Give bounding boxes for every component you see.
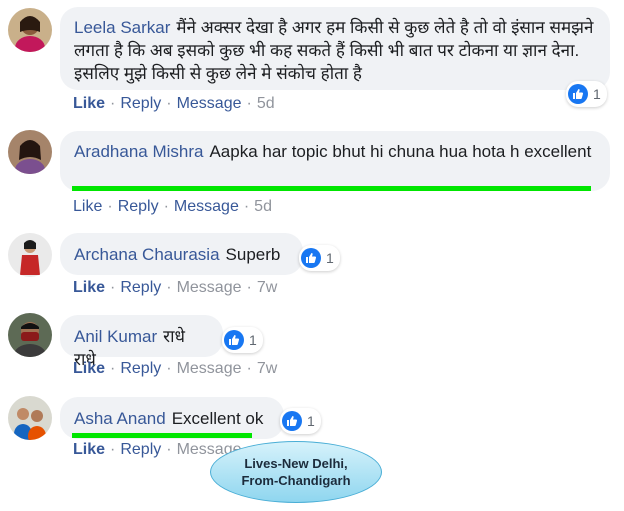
reaction-number: 1 [326, 250, 334, 266]
reply-link[interactable]: Reply [120, 279, 161, 296]
comment-text: Aapka har topic bhut hi chuna hua hota h… [209, 142, 592, 161]
reaction-count[interactable]: 1 [280, 408, 321, 434]
comment-text: Superb [225, 245, 281, 264]
commenter-name[interactable]: Aradhana Mishra [74, 142, 203, 161]
thumbs-up-icon [224, 330, 244, 350]
highlight-underline [72, 186, 591, 191]
reaction-count[interactable]: 1 [222, 327, 263, 353]
like-link[interactable]: Like [73, 198, 102, 215]
comment-timestamp[interactable]: 7w [257, 279, 277, 296]
comment-actions: Like · Reply · Message [73, 441, 242, 458]
comment-text: Excellent ok [171, 409, 264, 428]
comment-actions: Like · Reply · Message · 7w [73, 279, 278, 296]
comment-actions: Like · Reply · Message · 5d [73, 95, 275, 112]
comment-timestamp[interactable]: 7w [257, 360, 277, 377]
comment-timestamp[interactable]: 5d [254, 198, 272, 215]
reply-link[interactable]: Reply [120, 360, 161, 377]
avatar-leela-sarkar[interactable] [8, 8, 52, 52]
comment-bubble: Archana Chaurasia Superb [60, 233, 303, 275]
message-link[interactable]: Message [174, 198, 239, 215]
reaction-number: 1 [249, 332, 257, 348]
like-link[interactable]: Like [73, 95, 105, 112]
reply-link[interactable]: Reply [120, 95, 161, 112]
commenter-name[interactable]: Asha Anand [74, 409, 166, 428]
comment-actions: Like · Reply · Message · 7w [73, 360, 278, 377]
reply-link[interactable]: Reply [118, 198, 159, 215]
highlight-underline [72, 433, 252, 438]
reply-link[interactable]: Reply [120, 441, 161, 458]
comment-bubble: Anil Kumar राधे राधे [60, 315, 223, 369]
comment-actions: Like · Reply · Message · 5d [73, 198, 272, 215]
commenter-name[interactable]: Anil Kumar [74, 327, 157, 346]
comment-bubble: Aradhana Mishra Aapka har topic bhut hi c… [60, 131, 610, 191]
reaction-number: 1 [307, 413, 315, 429]
message-link[interactable]: Message [177, 95, 242, 112]
avatar-aradhana-mishra[interactable] [8, 130, 52, 174]
like-link[interactable]: Like [73, 441, 105, 458]
comment-timestamp[interactable]: 5d [257, 95, 275, 112]
message-link[interactable]: Message [177, 279, 242, 296]
avatar-asha-anand[interactable] [8, 396, 52, 440]
reaction-count[interactable]: 1 [299, 245, 340, 271]
tooltip-lives: Lives-New Delhi, [244, 456, 348, 471]
comment-bubble: Leela Sarkar मैंने अक्सर देखा है अगर हम क… [60, 7, 610, 90]
thumbs-up-icon [282, 411, 302, 431]
thumbs-up-icon [301, 248, 321, 268]
thumbs-up-icon [568, 84, 588, 104]
profile-hover-card: Lives-New Delhi, From-Chandigarh [210, 441, 382, 503]
reaction-number: 1 [593, 86, 601, 102]
commenter-name[interactable]: Leela Sarkar [74, 18, 170, 37]
like-link[interactable]: Like [73, 279, 105, 296]
like-link[interactable]: Like [73, 360, 105, 377]
avatar-anil-kumar[interactable] [8, 313, 52, 357]
tooltip-from: From-Chandigarh [241, 473, 351, 488]
message-link[interactable]: Message [177, 360, 242, 377]
commenter-name[interactable]: Archana Chaurasia [74, 245, 220, 264]
avatar-archana-chaurasia[interactable] [8, 233, 52, 277]
reaction-count[interactable]: 1 [566, 81, 607, 107]
